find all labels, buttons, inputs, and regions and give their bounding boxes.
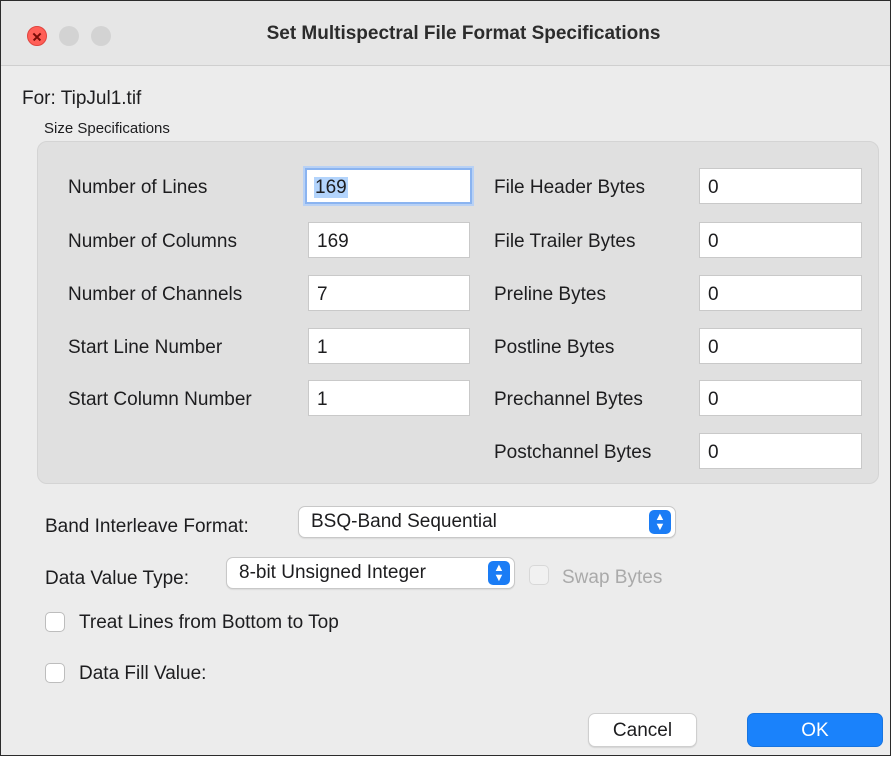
start-column-number-field[interactable]: 1	[308, 380, 470, 416]
prechannel-bytes-field[interactable]: 0	[699, 380, 862, 416]
data-fill-value-label: Data Fill Value:	[79, 663, 207, 684]
band-interleave-value: BSQ-Band Sequential	[311, 511, 497, 532]
postline-bytes-field[interactable]: 0	[699, 328, 862, 364]
treat-lines-bottom-to-top-label: Treat Lines from Bottom to Top	[79, 612, 339, 633]
postchannel-bytes-label: Postchannel Bytes	[494, 442, 652, 463]
number-of-columns-label: Number of Columns	[68, 231, 237, 252]
file-trailer-bytes-label: File Trailer Bytes	[494, 231, 636, 252]
postchannel-bytes-field[interactable]: 0	[699, 433, 862, 469]
chevron-updown-icon: ▲ ▼	[649, 510, 671, 534]
data-value-type-label: Data Value Type:	[45, 568, 190, 589]
number-of-channels-label: Number of Channels	[68, 284, 243, 305]
data-value-type-popup[interactable]: 8-bit Unsigned Integer ▲ ▼	[226, 557, 515, 589]
dialog-title: Set Multispectral File Format Specificat…	[266, 23, 661, 44]
start-line-number-field[interactable]: 1	[308, 328, 470, 364]
dialog-content: For: TipJul1.tif Size Specifications Num…	[1, 66, 890, 755]
for-label: For:	[22, 88, 56, 109]
number-of-lines-label: Number of Lines	[68, 177, 208, 198]
data-value-type-value: 8-bit Unsigned Integer	[239, 562, 426, 583]
postline-bytes-label: Postline Bytes	[494, 337, 615, 358]
treat-lines-bottom-to-top-checkbox[interactable]	[45, 612, 65, 632]
data-fill-value-checkbox[interactable]	[45, 663, 65, 683]
band-interleave-label: Band Interleave Format:	[45, 516, 249, 537]
file-trailer-bytes-field[interactable]: 0	[699, 222, 862, 258]
preline-bytes-label: Preline Bytes	[494, 284, 606, 305]
title-bar[interactable]: Set Multispectral File Format Specificat…	[1, 1, 890, 66]
size-specifications-caption: Size Specifications	[44, 120, 170, 137]
for-file-line: For: TipJul1.tif	[22, 88, 141, 110]
file-name: TipJul1.tif	[60, 88, 142, 109]
number-of-columns-field[interactable]: 169	[308, 222, 470, 258]
dialog-window: Set Multispectral File Format Specificat…	[0, 0, 891, 756]
start-column-number-label: Start Column Number	[68, 389, 252, 410]
swap-bytes-checkbox[interactable]	[529, 565, 549, 585]
number-of-channels-field[interactable]: 7	[308, 275, 470, 311]
file-header-bytes-field[interactable]: 0	[699, 168, 862, 204]
start-line-number-label: Start Line Number	[68, 337, 223, 358]
swap-bytes-label: Swap Bytes	[562, 567, 663, 588]
chevron-updown-icon: ▲ ▼	[488, 561, 510, 585]
band-interleave-popup[interactable]: BSQ-Band Sequential ▲ ▼	[298, 506, 676, 538]
ok-button[interactable]: OK	[747, 713, 883, 747]
number-of-lines-value: 169	[314, 177, 348, 198]
preline-bytes-field[interactable]: 0	[699, 275, 862, 311]
cancel-button[interactable]: Cancel	[588, 713, 697, 747]
size-specifications-panel: Number of Lines 169 Number of Columns 16…	[37, 141, 879, 484]
file-header-bytes-label: File Header Bytes	[494, 177, 646, 198]
number-of-lines-field[interactable]: 169	[305, 168, 472, 204]
prechannel-bytes-label: Prechannel Bytes	[494, 389, 643, 410]
